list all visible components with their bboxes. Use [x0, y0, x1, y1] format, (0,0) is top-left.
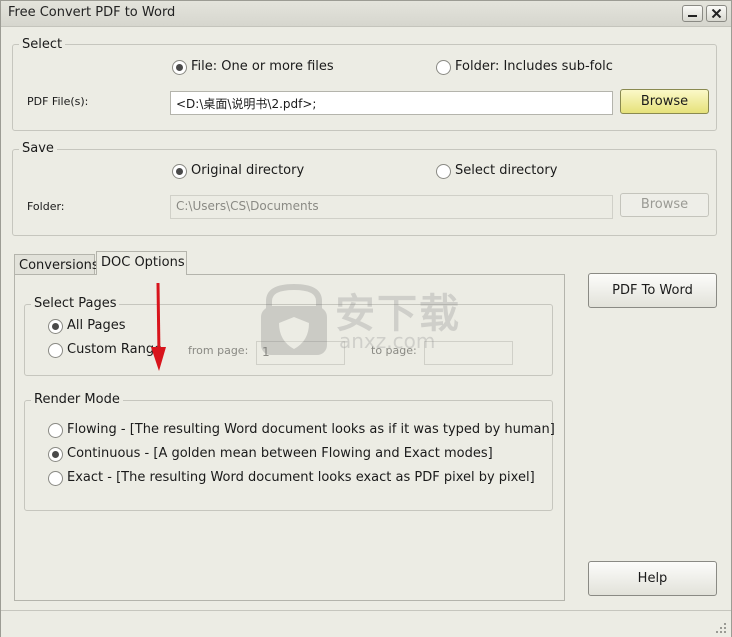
folder-radio-label: Folder: Includes sub-folc: [455, 59, 613, 74]
original-directory-label: Original directory: [191, 163, 305, 178]
select-legend: Select: [19, 37, 66, 52]
watermark: 安下载 anxz.com: [259, 279, 499, 359]
render-mode-legend: Render Mode: [31, 392, 123, 407]
shield-lock-icon: [261, 283, 327, 355]
select-pages-legend: Select Pages: [31, 296, 120, 311]
title-bar: Free Convert PDF to Word: [1, 1, 731, 27]
original-directory-radio[interactable]: [172, 164, 187, 179]
close-button[interactable]: [706, 5, 727, 22]
close-icon: [711, 9, 722, 18]
flowing-label: Flowing - [The resulting Word document l…: [67, 422, 555, 437]
continuous-label: Continuous - [A golden mean between Flow…: [67, 446, 493, 461]
flowing-radio[interactable]: [48, 423, 63, 438]
exact-radio[interactable]: [48, 471, 63, 486]
file-radio[interactable]: [172, 60, 187, 75]
help-button[interactable]: Help: [588, 561, 717, 596]
continuous-radio[interactable]: [48, 447, 63, 462]
arrow-annotation-icon: [151, 282, 166, 371]
folder-label: Folder:: [27, 200, 65, 213]
select-directory-label: Select directory: [455, 163, 558, 178]
browse-folder-button[interactable]: Browse: [620, 193, 709, 217]
select-directory-radio[interactable]: [436, 164, 451, 179]
minimize-icon: [688, 15, 697, 17]
save-group: [12, 149, 717, 236]
folder-radio[interactable]: [436, 60, 451, 75]
all-pages-label: All Pages: [67, 318, 126, 333]
save-legend: Save: [19, 141, 57, 156]
resize-grip-icon[interactable]: [715, 622, 727, 634]
select-group: [12, 44, 717, 131]
from-page-label: from page:: [188, 344, 249, 357]
browse-pdf-button[interactable]: Browse: [620, 89, 709, 114]
status-bar: [1, 610, 731, 637]
custom-range-label: Custom Range: [67, 342, 163, 357]
tab-conversions[interactable]: Conversions: [14, 254, 99, 275]
folder-input[interactable]: C:\Users\CS\Documents: [170, 195, 613, 219]
tab-doc-options[interactable]: DOC Options: [96, 251, 187, 275]
pdf-files-label: PDF File(s):: [27, 95, 89, 108]
watermark-subtext: anxz.com: [339, 329, 436, 353]
exact-label: Exact - [The resulting Word document loo…: [67, 470, 535, 485]
custom-range-radio[interactable]: [48, 343, 63, 358]
file-radio-label: File: One or more files: [191, 59, 334, 74]
window-title: Free Convert PDF to Word: [8, 5, 176, 20]
pdf-to-word-button[interactable]: PDF To Word: [588, 273, 717, 308]
app-window: Free Convert PDF to Word Select File: On…: [0, 0, 732, 637]
minimize-button[interactable]: [682, 5, 703, 22]
pdf-files-input[interactable]: <D:\桌面\说明书\2.pdf>;: [170, 91, 613, 115]
all-pages-radio[interactable]: [48, 319, 63, 334]
